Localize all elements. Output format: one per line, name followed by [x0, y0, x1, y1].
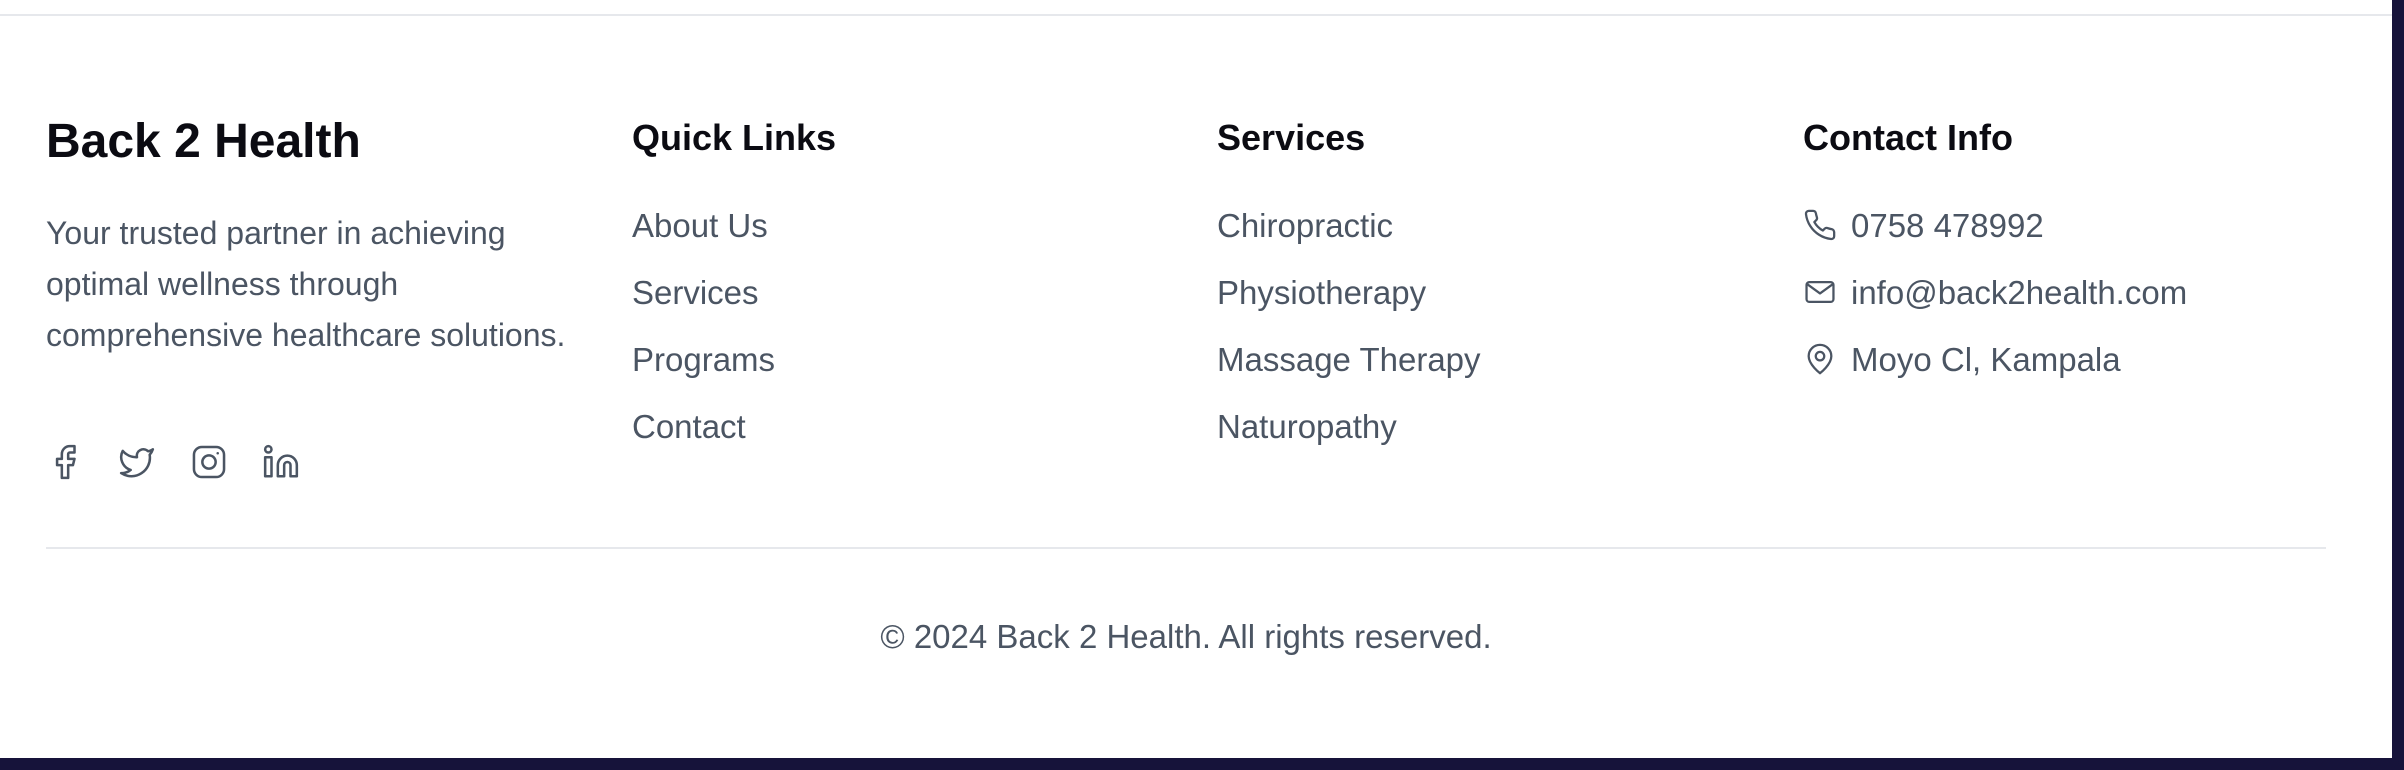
instagram-icon[interactable] [190, 443, 228, 481]
quick-link-services[interactable]: Services [632, 271, 775, 338]
contact-phone-text[interactable]: 0758 478992 [1851, 204, 2044, 248]
quick-link-about-us[interactable]: About Us [632, 204, 775, 271]
brand-title: Back 2 Health [46, 115, 361, 168]
facebook-icon[interactable] [46, 443, 84, 481]
contact-phone: 0758 478992 [1803, 204, 2187, 271]
phone-icon [1803, 208, 1837, 242]
brand-tagline: Your trusted partner in achieving optima… [46, 215, 566, 353]
contact-address-text: Moyo Cl, Kampala [1851, 341, 2121, 378]
footer-page: Back 2 Health Your trusted partner in ac… [0, 0, 2392, 758]
service-link-massage-therapy[interactable]: Massage Therapy [1217, 338, 1481, 405]
service-link-chiropractic[interactable]: Chiropractic [1217, 204, 1481, 271]
linkedin-icon[interactable] [262, 443, 300, 481]
mail-icon [1803, 275, 1837, 309]
twitter-icon[interactable] [118, 443, 156, 481]
quick-links-list: About Us Services Programs Contact [632, 204, 775, 472]
contact-email-text[interactable]: info@back2health.com [1851, 271, 2187, 315]
services-heading: Services [1217, 117, 1366, 158]
quick-link-programs[interactable]: Programs [632, 338, 775, 405]
social-links [46, 443, 300, 481]
copyright-text: © 2024 Back 2 Health. All rights reserve… [880, 618, 1492, 655]
contact-address: Moyo Cl, Kampala [1803, 338, 2187, 405]
quick-link-contact[interactable]: Contact [632, 405, 775, 472]
contact-heading: Contact Info [1803, 117, 2013, 158]
services-list: Chiropractic Physiotherapy Massage Thera… [1217, 204, 1481, 472]
service-link-naturopathy[interactable]: Naturopathy [1217, 405, 1481, 472]
service-link-physiotherapy[interactable]: Physiotherapy [1217, 271, 1481, 338]
map-pin-icon [1803, 342, 1837, 376]
contact-list: 0758 478992 info@back2health.com Moyo Cl… [1803, 204, 2187, 405]
quick-links-heading: Quick Links [632, 117, 837, 158]
bottom-divider [46, 547, 2326, 549]
contact-email: info@back2health.com [1803, 271, 2187, 338]
top-divider [0, 14, 2392, 16]
